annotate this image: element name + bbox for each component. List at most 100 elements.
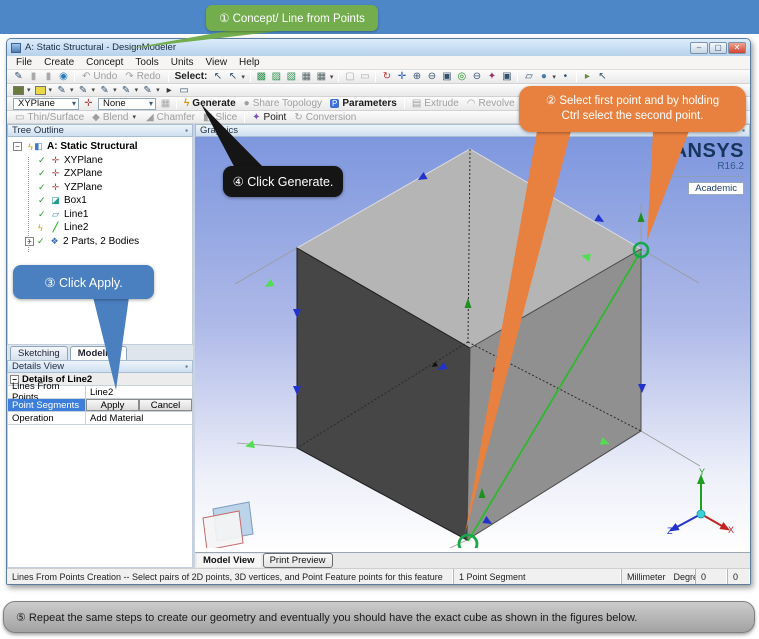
tab-print-preview[interactable]: Print Preview [263, 553, 333, 568]
conversion-icon: ↻ [294, 112, 302, 123]
tab-model-view[interactable]: Model View [197, 554, 261, 567]
property-value[interactable]: Add Material [86, 412, 192, 424]
line-style-4-icon[interactable]: ✎ [120, 84, 133, 96]
dropdown-arrow-icon[interactable]: ▾ [113, 86, 117, 94]
sketch-combobox[interactable]: None▾ [98, 98, 156, 110]
vertex-display-icon[interactable]: ▸ [163, 84, 176, 96]
maximize-button[interactable]: ▢ [709, 42, 727, 54]
filter-vertex-icon[interactable]: ▩ [255, 71, 268, 83]
filter-body-icon[interactable]: ▦ [300, 71, 313, 83]
filter-adjacent-icon[interactable]: ▦ [315, 71, 328, 83]
tree-item-line1[interactable]: ✓ ▱ Line1 [8, 208, 192, 222]
menu-help[interactable]: Help [234, 57, 265, 68]
main-area: Tree Outline ▪ − ϟ ◧ A: Static Structura… [7, 124, 750, 568]
look-at-face-icon[interactable]: ▱ [522, 71, 535, 83]
tree-item-box1[interactable]: ✓ ◪ Box1 [8, 194, 192, 208]
parameters-button[interactable]: PParameters [330, 98, 397, 109]
dropdown-arrow-icon[interactable]: ▾ [92, 86, 96, 94]
menu-view[interactable]: View [201, 57, 233, 68]
plane-combobox[interactable]: XYPlane▾ [13, 98, 79, 110]
face-color-swatch[interactable] [12, 84, 25, 96]
save-as-icon: ▮ [42, 71, 55, 83]
check-icon: ✓ [38, 182, 47, 193]
display-points-icon[interactable]: • [559, 71, 572, 83]
pin-icon[interactable]: ▪ [185, 126, 188, 135]
minimize-button[interactable]: – [690, 42, 708, 54]
image-capture-icon[interactable]: ◉ [57, 71, 70, 83]
magnifier-window-icon[interactable]: ⊖ [470, 71, 483, 83]
tree-item-zxplane[interactable]: ✓ ✛ ZXPlane [8, 167, 192, 181]
menu-tools[interactable]: Tools [130, 57, 163, 68]
pan-icon[interactable]: ✛ [395, 71, 408, 83]
tree-item-xyplane[interactable]: ✓ ✛ XYPlane [8, 154, 192, 168]
separator [250, 71, 251, 82]
model-viewport[interactable]: Y X Z ANSYS R16.2 Academic [195, 137, 750, 552]
menu-concept[interactable]: Concept [81, 57, 128, 68]
expand-toggle[interactable]: − [13, 142, 22, 151]
dropdown-arrow-icon[interactable]: ▾ [552, 73, 556, 81]
dropdown-arrow-icon[interactable]: ▾ [156, 86, 160, 94]
cancel-button[interactable]: Cancel [139, 399, 192, 411]
dropdown-arrow-icon[interactable]: ▾ [70, 86, 74, 94]
model-canvas[interactable]: Y X Z [195, 137, 748, 548]
zoom-out-icon[interactable]: ⊖ [425, 71, 438, 83]
tree-item-line2[interactable]: ϟ ╱ Line2 [8, 221, 192, 235]
active-plane-indicator [203, 502, 253, 548]
triad-y-label: Y [699, 467, 705, 477]
menu-create[interactable]: Create [39, 57, 79, 68]
tree-item-root[interactable]: − ϟ ◧ A: Static Structural [8, 140, 192, 154]
title-bar[interactable]: A: Static Structural - DesignModeler – ▢… [7, 39, 750, 56]
selection-info-icon[interactable]: ↖ [596, 71, 609, 83]
expand-toggle[interactable]: + [25, 237, 34, 246]
menu-file[interactable]: File [11, 57, 37, 68]
point-button[interactable]: ✦Point [252, 112, 286, 123]
new-plane-icon[interactable]: ✛ [82, 98, 95, 110]
details-view: − Details of Line2 Lines From Points Lin… [7, 373, 193, 568]
close-button[interactable]: ✕ [728, 42, 746, 54]
select-mode-dropdown-icon[interactable]: ↖ [226, 71, 239, 83]
filter-edge-icon[interactable]: ▨ [270, 71, 283, 83]
line-style-1-icon[interactable]: ✎ [55, 84, 68, 96]
line-style-5-icon[interactable]: ✎ [141, 84, 154, 96]
dropdown-arrow-icon[interactable]: ▾ [241, 73, 245, 81]
zoom-to-fit-icon[interactable]: ◎ [455, 71, 468, 83]
triad-x-label: X [728, 525, 734, 535]
dropdown-arrow-icon[interactable]: ▾ [49, 86, 53, 94]
iso-view-icon[interactable]: ✦ [485, 71, 498, 83]
rotate-icon[interactable]: ↻ [380, 71, 393, 83]
box-zoom-icon[interactable]: ▣ [440, 71, 453, 83]
edge-color-swatch[interactable] [34, 84, 47, 96]
line-style-3-icon[interactable]: ✎ [98, 84, 111, 96]
callout-step4-text: ④ Click Generate. [233, 174, 334, 189]
revolve-icon: ◠ [467, 98, 476, 109]
tab-modeling[interactable]: Modeling [70, 346, 128, 360]
status-bar: Lines From Points Creation -- Select pai… [7, 568, 750, 584]
separator [338, 71, 339, 82]
select-mode-icon[interactable]: ↖ [211, 71, 224, 83]
measure-icon[interactable]: ▸ [581, 71, 594, 83]
pin-icon[interactable]: ▪ [185, 362, 188, 371]
property-value[interactable]: Line2 [86, 386, 192, 398]
line-style-2-icon[interactable]: ✎ [77, 84, 90, 96]
generate-button[interactable]: ϟGenerate [184, 98, 236, 109]
dropdown-arrow-icon: ▾ [132, 113, 136, 121]
edge-joints-icon[interactable]: ▭ [178, 84, 191, 96]
filter-face-icon[interactable]: ▧ [285, 71, 298, 83]
tree-item-yzplane[interactable]: ✓ ✛ YZPlane [8, 181, 192, 195]
tree-item-parts[interactable]: + ✓ ❖ 2 Parts, 2 Bodies [8, 235, 192, 249]
apply-button[interactable]: Apply [86, 399, 139, 411]
display-model-icon[interactable]: ● [537, 71, 550, 83]
new-sketch-icon[interactable]: ✎ [12, 71, 25, 83]
details-row-operation: Operation Add Material [8, 412, 192, 425]
dropdown-arrow-icon[interactable]: ▾ [27, 86, 31, 94]
restore-view-icon[interactable]: ▣ [500, 71, 513, 83]
dropdown-arrow-icon[interactable]: ▾ [135, 86, 139, 94]
blend-button: ◆Blend▾ [92, 112, 138, 123]
menu-units[interactable]: Units [166, 57, 199, 68]
separator [576, 71, 577, 82]
dropdown-arrow-icon[interactable]: ▾ [330, 73, 334, 81]
orientation-triad[interactable]: Y X Z [667, 467, 734, 536]
tab-sketching[interactable]: Sketching [10, 346, 68, 360]
zoom-in-icon[interactable]: ⊕ [410, 71, 423, 83]
details-view-header: Details View ▪ [7, 360, 193, 373]
